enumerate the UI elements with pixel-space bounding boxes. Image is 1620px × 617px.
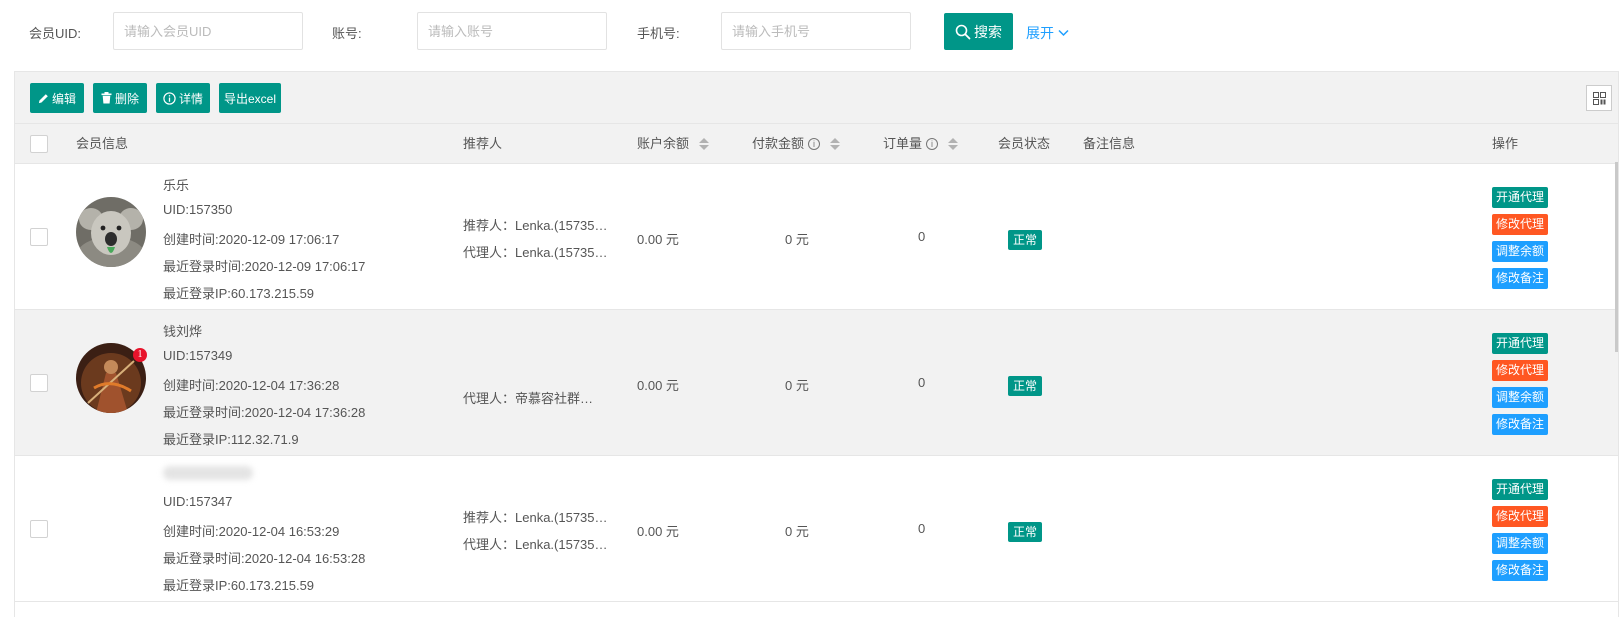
avatar-badge: 1 [133, 348, 147, 362]
search-button-label: 搜索 [974, 23, 1002, 40]
table-row: 1 钱刘烨 UID:157349 创建时间:2020-12-04 17:36:2… [15, 310, 1618, 456]
orders-value: 0 [918, 521, 926, 536]
balance-value: 0.00 元 [637, 232, 679, 247]
open-agent-button[interactable]: 开通代理 [1492, 333, 1548, 354]
sort-icon[interactable] [830, 138, 841, 150]
export-button-label: 导出excel [223, 91, 276, 106]
edit-agent-button[interactable]: 修改代理 [1492, 360, 1548, 381]
table-toolbar: 编辑 删除 详情 导出excel [15, 72, 1618, 124]
balance-value: 0.00 元 [637, 524, 679, 539]
member-last-login: 最近登录时间:2020-12-04 16:53:28 [163, 551, 366, 566]
sort-icon[interactable] [948, 138, 959, 150]
payment-value: 0 元 [785, 524, 809, 539]
info-icon[interactable]: i [926, 138, 939, 150]
row-checkbox[interactable] [30, 228, 48, 246]
member-last-login: 最近登录时间:2020-12-04 17:36:28 [163, 405, 366, 420]
row-checkbox[interactable] [30, 374, 48, 392]
uid-label: 会员UID: [29, 26, 82, 41]
edit-button-label: 编辑 [51, 91, 76, 106]
info-icon [163, 91, 176, 105]
select-all-checkbox[interactable] [30, 135, 48, 153]
member-uid: UID:157349 [163, 348, 233, 363]
search-icon [955, 24, 971, 39]
member-name: 乐乐 [163, 178, 190, 193]
member-last-ip: 最近登录IP:60.173.215.59 [163, 286, 315, 301]
search-button[interactable]: 搜索 [944, 13, 1013, 50]
status-badge: 正常 [1008, 376, 1043, 396]
table-row: 乐乐 UID:157350 创建时间:2020-12-09 17:06:17 最… [15, 164, 1618, 310]
open-agent-button[interactable]: 开通代理 [1492, 187, 1548, 208]
referrer-text: 推荐人：Lenka.(15735… [463, 218, 608, 233]
referrer-text: 推荐人：Lenka.(15735… [463, 510, 608, 525]
col-payment-label: 付款金额 [752, 136, 805, 151]
sort-icon[interactable] [699, 138, 710, 150]
agent-text: 代理人：Lenka.(15735… [463, 537, 608, 552]
member-name: 钱刘烨 [163, 324, 203, 339]
uid-input[interactable] [113, 12, 303, 50]
edit-remark-button[interactable]: 修改备注 [1492, 268, 1548, 289]
account-input[interactable] [417, 12, 607, 50]
payment-value: 0 元 [785, 378, 809, 393]
member-uid: UID:157350 [163, 202, 233, 217]
member-last-ip: 最近登录IP:60.173.215.59 [163, 578, 315, 593]
avatar [76, 197, 146, 267]
trash-icon [101, 92, 112, 104]
col-actions: 操作 [1492, 136, 1519, 151]
member-name-blurred [163, 466, 253, 480]
orders-value: 0 [918, 375, 926, 390]
export-excel-button[interactable]: 导出excel [219, 83, 281, 113]
delete-button-label: 删除 [114, 91, 139, 106]
member-created: 创建时间:2020-12-04 16:53:29 [163, 524, 340, 539]
col-orders[interactable]: 订单量 i [883, 124, 959, 164]
status-badge: 正常 [1008, 230, 1043, 250]
member-uid: UID:157347 [163, 494, 233, 509]
status-badge: 正常 [1008, 522, 1043, 542]
member-created: 创建时间:2020-12-04 17:36:28 [163, 378, 340, 393]
row-checkbox[interactable] [30, 520, 48, 538]
info-icon[interactable]: i [808, 138, 821, 150]
vertical-scrollbar[interactable] [1615, 162, 1618, 352]
chevron-down-icon [1058, 29, 1069, 37]
payment-value: 0 元 [785, 232, 809, 247]
grid-icon [1592, 91, 1606, 105]
col-balance[interactable]: 账户余额 [637, 124, 710, 164]
agent-text: 代理人：帝慕容社群… [463, 391, 594, 406]
edit-button[interactable]: 编辑 [30, 83, 84, 113]
account-label: 账号: [332, 26, 362, 41]
member-created: 创建时间:2020-12-09 17:06:17 [163, 232, 340, 247]
table-header: 会员信息 推荐人 账户余额 付款金额 i 订单量 i 会员状态 备注信息 操作 [15, 124, 1618, 164]
adjust-balance-button[interactable]: 调整余额 [1492, 387, 1548, 408]
edit-remark-button[interactable]: 修改备注 [1492, 560, 1548, 581]
col-balance-label: 账户余额 [637, 136, 690, 151]
edit-agent-button[interactable]: 修改代理 [1492, 214, 1548, 235]
col-referrer: 推荐人 [463, 136, 503, 151]
expand-label: 展开 [1026, 25, 1054, 41]
agent-text: 代理人：Lenka.(15735… [463, 245, 608, 260]
detail-button[interactable]: 详情 [156, 83, 210, 113]
col-orders-label: 订单量 [883, 136, 923, 151]
col-status: 会员状态 [998, 136, 1051, 151]
orders-value: 0 [918, 229, 926, 244]
col-member-info: 会员信息 [76, 136, 129, 151]
member-table-panel: 编辑 删除 详情 导出excel 会员信息 推荐人 账户余额 付款金额 i 订单… [14, 71, 1619, 617]
open-agent-button[interactable]: 开通代理 [1492, 479, 1548, 500]
phone-label: 手机号: [637, 26, 680, 41]
col-remark: 备注信息 [1083, 136, 1136, 151]
search-bar: 会员UID: 账号: 手机号: 搜索 展开 [0, 0, 1620, 64]
col-payment[interactable]: 付款金额 i [752, 124, 841, 164]
edit-agent-button[interactable]: 修改代理 [1492, 506, 1548, 527]
phone-input[interactable] [721, 12, 911, 50]
pencil-icon [38, 93, 48, 103]
member-last-ip: 最近登录IP:112.32.71.9 [163, 432, 299, 447]
edit-remark-button[interactable]: 修改备注 [1492, 414, 1548, 435]
expand-link[interactable]: 展开 [1026, 23, 1069, 43]
adjust-balance-button[interactable]: 调整余额 [1492, 533, 1548, 554]
delete-button[interactable]: 删除 [93, 83, 147, 113]
table-row: UID:157347 创建时间:2020-12-04 16:53:29 最近登录… [15, 456, 1618, 602]
adjust-balance-button[interactable]: 调整余额 [1492, 241, 1548, 262]
column-toggle-button[interactable] [1586, 85, 1612, 111]
balance-value: 0.00 元 [637, 378, 679, 393]
member-last-login: 最近登录时间:2020-12-09 17:06:17 [163, 259, 366, 274]
detail-button-label: 详情 [178, 91, 203, 106]
